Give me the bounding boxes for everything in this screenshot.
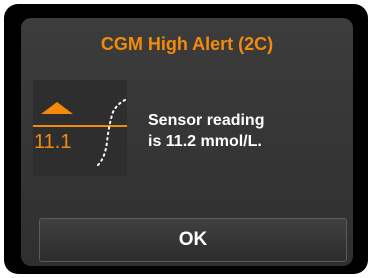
high-glucose-trend-icon: 11.1: [33, 80, 127, 176]
alert-message-line-1: Sensor reading: [148, 112, 265, 129]
alert-message: Sensor reading is 11.2 mmol/L.: [148, 110, 328, 152]
alert-title: CGM High Alert (2C): [100, 34, 274, 54]
alert-message-line-2: is 11.2 mmol/L.: [148, 133, 262, 150]
glucose-threshold-value: 11.1: [34, 131, 71, 153]
ok-button[interactable]: OK: [39, 218, 347, 262]
alert-screen: CGM High Alert (2C) 11.1 Sensor reading …: [21, 18, 353, 266]
